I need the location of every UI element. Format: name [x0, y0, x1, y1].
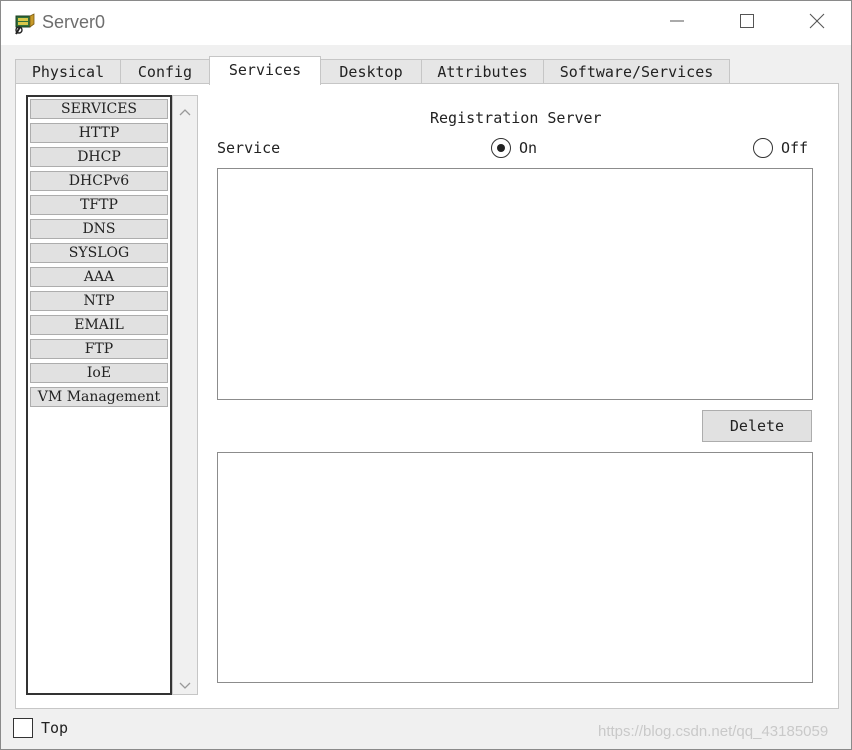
services-list: SERVICES HTTP DHCP DHCPv6 TFTP DNS SYSLO… [26, 95, 172, 695]
service-item-ntp[interactable]: NTP [30, 291, 168, 311]
service-item-email[interactable]: EMAIL [30, 315, 168, 335]
service-item-tftp[interactable]: TFTP [30, 195, 168, 215]
top-label[interactable]: Top [41, 719, 68, 737]
service-off-label[interactable]: Off [781, 139, 808, 157]
service-item-dns[interactable]: DNS [30, 219, 168, 239]
registration-details-area[interactable] [217, 452, 813, 683]
service-on-label[interactable]: On [519, 139, 537, 157]
close-icon [809, 13, 825, 33]
service-item-ioe[interactable]: IoE [30, 363, 168, 383]
tab-software-services[interactable]: Software/Services [543, 59, 730, 84]
service-item-http[interactable]: HTTP [30, 123, 168, 143]
maximize-icon [739, 13, 755, 33]
server-window: Server0 Physical Config Services Desktop… [0, 0, 852, 750]
radio-selected-dot [497, 144, 505, 152]
tab-bar: Physical Config Services Desktop Attribu… [15, 56, 835, 85]
service-item-ftp[interactable]: FTP [30, 339, 168, 359]
window-title: Server0 [42, 12, 106, 32]
tab-services[interactable]: Services [209, 56, 321, 85]
delete-button[interactable]: Delete [702, 410, 812, 442]
services-list-scrollbar[interactable] [172, 95, 198, 695]
service-item-services[interactable]: SERVICES [30, 99, 168, 119]
service-on-radio[interactable] [491, 138, 511, 158]
top-checkbox[interactable] [13, 718, 33, 738]
chevron-down-icon[interactable] [179, 676, 191, 689]
service-item-dhcp[interactable]: DHCP [30, 147, 168, 167]
service-item-syslog[interactable]: SYSLOG [30, 243, 168, 263]
service-label: Service [217, 139, 281, 157]
tab-attributes[interactable]: Attributes [421, 59, 544, 84]
minimize-icon [669, 13, 685, 33]
close-button[interactable] [782, 1, 852, 45]
maximize-button[interactable] [712, 1, 782, 45]
watermark-text: https://blog.csdn.net/qq_43185059 [598, 723, 829, 740]
section-title: Registration Server [430, 109, 602, 127]
title-bar[interactable]: Server0 [1, 1, 851, 45]
tab-config[interactable]: Config [120, 59, 210, 84]
service-off-radio[interactable] [753, 138, 773, 158]
registration-entries-area[interactable] [217, 168, 813, 400]
tab-desktop[interactable]: Desktop [320, 59, 422, 84]
service-item-vm-management[interactable]: VM Management [30, 387, 168, 407]
server-app-icon [13, 12, 37, 36]
service-item-dhcpv6[interactable]: DHCPv6 [30, 171, 168, 191]
chevron-up-icon[interactable] [179, 104, 191, 116]
minimize-button[interactable] [642, 1, 712, 45]
tab-physical[interactable]: Physical [15, 59, 121, 84]
service-item-aaa[interactable]: AAA [30, 267, 168, 287]
